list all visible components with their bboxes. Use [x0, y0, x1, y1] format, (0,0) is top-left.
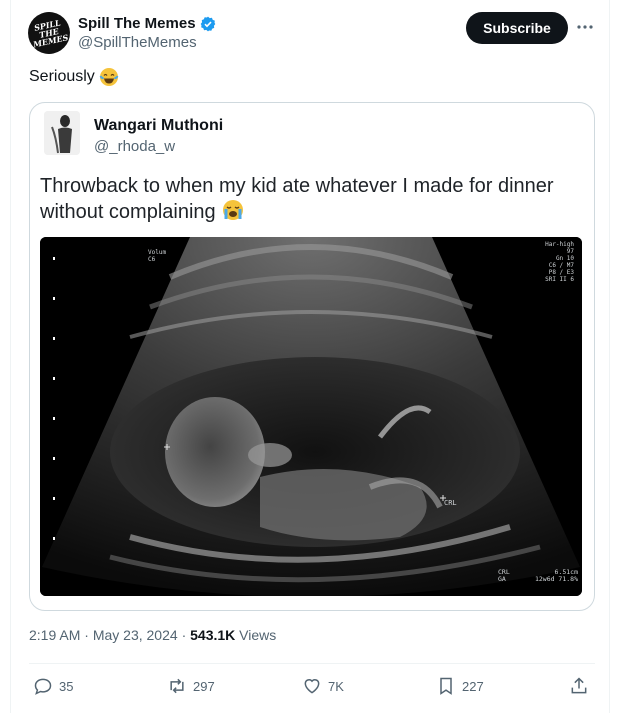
share-button[interactable]: [569, 676, 589, 696]
meta-separator: ·: [84, 627, 93, 643]
bookmark-count: 227: [462, 678, 484, 694]
reply-icon: [34, 678, 52, 695]
repost-button[interactable]: 297: [167, 676, 215, 696]
tweet-text: Seriously: [29, 67, 119, 87]
repost-icon: [170, 678, 184, 694]
bookmark-button[interactable]: 227: [436, 676, 484, 696]
tweet-meta: 2:19 AM · May 23, 2024 · 543.1K Views: [29, 627, 276, 643]
views-label: Views: [239, 627, 277, 643]
tweet-text-content: Seriously: [29, 68, 95, 85]
subscribe-button[interactable]: Subscribe: [466, 12, 568, 44]
scan-measurements: CRL 6.51cm GA 12w6d 71.8%: [498, 568, 578, 583]
ultrasound-image[interactable]: Har-high 97 Gn 10 C6 / M7 P8 / E3 SRI II…: [40, 237, 582, 596]
author-handle[interactable]: @SpillTheMemes: [78, 34, 197, 51]
like-button[interactable]: 7K: [302, 676, 344, 696]
more-horizontal-icon[interactable]: [575, 17, 595, 37]
quoted-tweet[interactable]: Wangari Muthoni @_rhoda_w Throwback to w…: [29, 102, 595, 611]
quoted-handle[interactable]: @_rhoda_w: [94, 138, 175, 155]
crying-face-emoji-icon: [223, 200, 244, 220]
divider: [29, 663, 595, 664]
meta-separator: ·: [181, 627, 191, 643]
verified-badge-icon: [200, 16, 215, 31]
scan-top-left-info: Volum C6: [148, 249, 167, 263]
reply-button[interactable]: 35: [33, 676, 73, 696]
quoted-text-content: Throwback to when my kid ate whatever I …: [40, 175, 554, 223]
author-display-name[interactable]: Spill The Memes: [78, 15, 196, 32]
bookmark-icon: [440, 677, 452, 695]
person-photo-icon: [44, 111, 80, 155]
quoted-text: Throwback to when my kid ate whatever I …: [40, 173, 580, 225]
tears-of-joy-emoji-icon: [99, 68, 119, 86]
scan-crl-marker: CRL: [444, 499, 457, 507]
quoted-display-name[interactable]: Wangari Muthoni: [94, 117, 223, 135]
author-name-row[interactable]: Spill The Memes: [78, 15, 216, 32]
repost-count: 297: [193, 678, 215, 694]
share-icon: [571, 677, 587, 694]
quoted-author-avatar[interactable]: [44, 111, 80, 155]
tweet-time[interactable]: 2:19 AM: [29, 627, 80, 643]
views-count: 543.1K: [190, 627, 236, 643]
scan-top-right-info: Har-high 97 Gn 10 C6 / M7 P8 / E3 SRI II…: [545, 241, 574, 283]
like-count: 7K: [328, 678, 344, 694]
ultrasound-scan-graphic: [40, 237, 582, 596]
action-bar: 35 297 7K 227: [29, 676, 595, 700]
heart-icon: [304, 679, 320, 694]
tweet-date[interactable]: May 23, 2024: [93, 627, 178, 643]
reply-count: 35: [59, 678, 74, 694]
